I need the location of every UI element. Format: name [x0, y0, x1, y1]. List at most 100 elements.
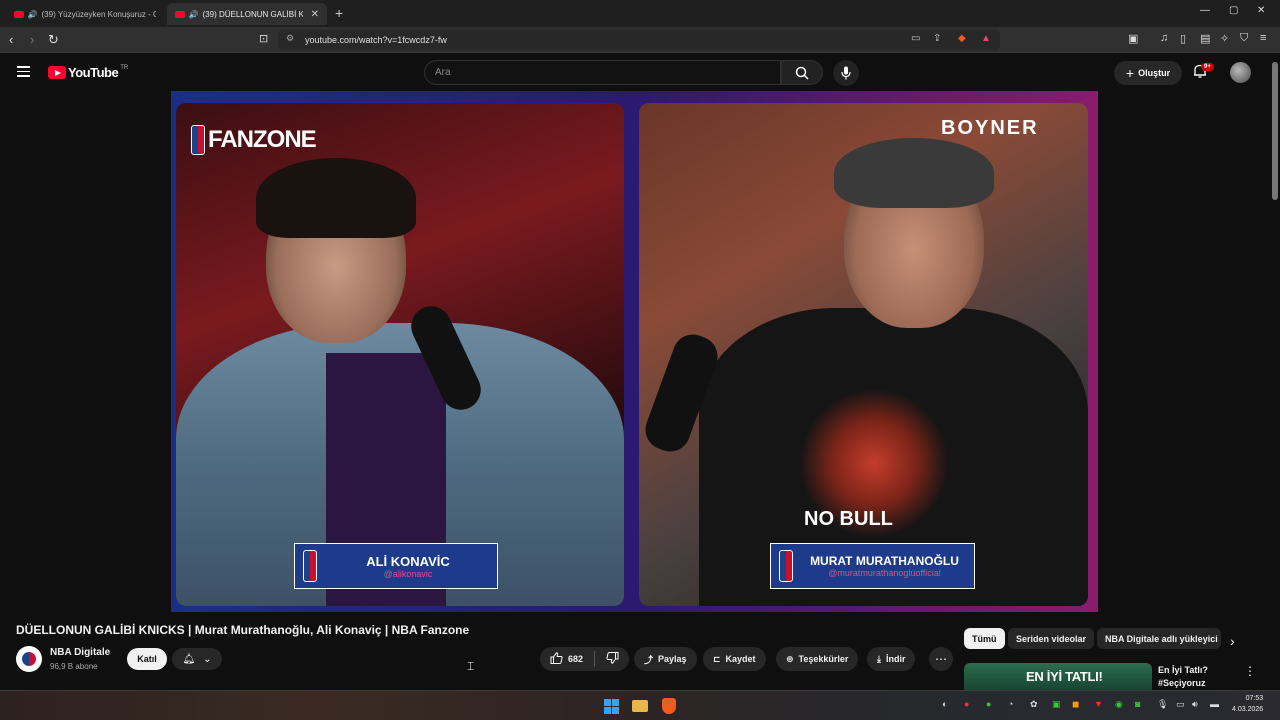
site-info-icon[interactable]: ⚙: [286, 33, 294, 44]
search-box[interactable]: [424, 60, 781, 85]
tray-app-icon[interactable]: ●: [986, 699, 991, 709]
tab-1-label: (39) Yüzyüzeyken Konuşuruz - Ca: [41, 9, 156, 19]
right-camera-panel: NO BULL BOYNER MURAT MURATHANOĞLU @murat…: [639, 103, 1088, 606]
menu-icon[interactable]: ≡: [1260, 32, 1266, 44]
url-field[interactable]: ⚙ youtube.com/watch?v=1fcwcdz7-fw ▭ ⇪ ◆ …: [278, 30, 1000, 50]
tray-app-icon[interactable]: ◐: [942, 699, 947, 709]
close-tab-icon[interactable]: ✕: [311, 9, 319, 20]
new-tab-button[interactable]: +: [335, 5, 343, 21]
restore-button[interactable]: ▢: [1229, 5, 1238, 16]
chip-all[interactable]: Tümü: [964, 628, 1005, 649]
create-button[interactable]: + Oluştur: [1114, 61, 1182, 85]
guest-right-hair: [834, 138, 994, 208]
scrollbar-thumb[interactable]: [1272, 62, 1278, 200]
download-icon: ⤓: [877, 653, 881, 664]
subscription-bell-button[interactable]: 🔔︎ ⌄: [172, 648, 222, 670]
wallet2-icon[interactable]: ▤: [1200, 32, 1210, 45]
tray-app-icon[interactable]: ✿: [1030, 699, 1038, 710]
youtube-play-icon: [48, 66, 66, 79]
dislike-icon[interactable]: [606, 652, 619, 666]
url-text[interactable]: youtube.com/watch?v=1fcwcdz7-fw: [305, 35, 447, 45]
fanzone-logo: FANZONE: [191, 125, 317, 155]
chip-uploader[interactable]: NBA Digitale adlı yükleyici: [1097, 628, 1221, 649]
reload-icon[interactable]: ↻: [48, 32, 59, 48]
search-button[interactable]: [781, 60, 823, 85]
more-horizontal-icon: ⋯: [935, 652, 947, 666]
tray-app-icon[interactable]: ◙: [1135, 699, 1140, 709]
sponsor-logo: BOYNER: [941, 117, 1039, 139]
battery-icon[interactable]: ▬: [1210, 699, 1219, 709]
brave-browser-icon[interactable]: [660, 697, 678, 715]
clock-time: 07:53: [1245, 695, 1264, 702]
tray-app-icon[interactable]: ◼: [1072, 699, 1079, 710]
speaker-icon: 🔊: [188, 9, 199, 19]
thanks-button[interactable]: ⊛ Teşekkürler: [776, 647, 859, 671]
cast-icon[interactable]: ▭: [911, 33, 920, 44]
share-page-icon[interactable]: ⇪: [933, 33, 941, 44]
tab-2-label: (39) DÜELLONUN GALİBİ KNIC: [202, 9, 303, 19]
microphone-icon: [841, 66, 851, 80]
network-icon[interactable]: ▭: [1176, 699, 1185, 710]
bookmark-icon[interactable]: ⊡: [259, 32, 268, 45]
minimize-button[interactable]: —: [1200, 5, 1210, 16]
nameplate-left: ALİ KONAVİC @alikonavic: [294, 543, 498, 589]
download-label: İndir: [885, 654, 906, 664]
file-explorer-icon[interactable]: [631, 697, 649, 715]
hamburger-menu-icon[interactable]: [17, 66, 30, 77]
youtube-favicon-icon: [175, 10, 185, 18]
windows-start-icon[interactable]: [602, 697, 620, 715]
microphone-tray-icon[interactable]: 🎙︎: [1157, 699, 1168, 710]
volume-icon[interactable]: 🔊︎: [1192, 699, 1198, 710]
vpn-icon[interactable]: ⛉: [1240, 32, 1248, 45]
brave-rewards-icon[interactable]: ▲: [981, 33, 991, 44]
youtube-favicon-icon: [14, 10, 24, 18]
channel-avatar[interactable]: [16, 646, 42, 672]
save-button[interactable]: ⊏ Kaydet: [703, 647, 766, 671]
tray-app-icon[interactable]: ◉: [1115, 699, 1123, 710]
sidebar-icon[interactable]: ▯: [1180, 32, 1186, 45]
back-icon[interactable]: ‹: [9, 32, 13, 47]
join-button[interactable]: Katıl: [127, 648, 167, 670]
share-icon: ⤴: [644, 654, 654, 665]
more-vertical-icon[interactable]: ⋮: [1244, 664, 1256, 678]
close-window-button[interactable]: ✕: [1257, 5, 1265, 16]
share-button[interactable]: ⤴ Paylaş: [634, 647, 697, 671]
tab-2-active[interactable]: 🔊 (39) DÜELLONUN GALİBİ KNIC ✕: [167, 3, 327, 25]
bell-icon: 🔔︎: [182, 653, 196, 665]
share-label: Paylaş: [658, 654, 687, 664]
recommended-video-title[interactable]: En İyi Tatlı? #Seçiyoruz: [1158, 664, 1238, 690]
video-title: DÜELLONUN GALİBİ KNICKS | Murat Murathan…: [16, 623, 470, 637]
media-icon[interactable]: ♫: [1160, 32, 1168, 44]
brave-shields-icon[interactable]: ◆: [958, 33, 966, 44]
guest-left-hair: [256, 158, 416, 238]
recommended-video-thumbnail[interactable]: EN İYİ TATLI!: [964, 663, 1152, 693]
leo-ai-icon[interactable]: ✧: [1220, 32, 1229, 45]
download-button[interactable]: ⤓ İndir: [867, 647, 916, 671]
clock-date: 4.03.2026: [1232, 706, 1264, 713]
more-actions-button[interactable]: ⋯: [929, 647, 953, 671]
tray-app-icon[interactable]: ◔: [1008, 699, 1013, 709]
like-icon[interactable]: [550, 652, 563, 666]
chevron-right-icon[interactable]: ›: [1230, 633, 1235, 649]
system-clock[interactable]: 07:53 4.03.2026: [1232, 693, 1263, 715]
chip-series[interactable]: Seriden videolar: [1008, 628, 1095, 649]
left-camera-panel: FANZONE ALİ KONAVİC @alikonavic: [176, 103, 624, 606]
voice-search-button[interactable]: [833, 60, 859, 86]
tray-app-icon[interactable]: ▣: [1052, 699, 1061, 710]
guest-right-handle: @muratmurathanogluofficial: [828, 568, 941, 578]
channel-name[interactable]: NBA Digitale: [50, 647, 110, 658]
wallet-icon[interactable]: ▣: [1128, 32, 1138, 45]
video-player[interactable]: FANZONE ALİ KONAVİC @alikonavic NO BULL …: [171, 91, 1098, 612]
like-count[interactable]: 682: [568, 654, 583, 664]
forward-icon[interactable]: ›: [30, 32, 34, 47]
tray-app-icon[interactable]: ▼: [1094, 699, 1103, 709]
account-avatar[interactable]: [1230, 62, 1251, 83]
search-input[interactable]: [425, 61, 780, 84]
nameplate-right: MURAT MURATHANOĞLU @muratmurathanogluoff…: [770, 543, 975, 589]
youtube-logo[interactable]: YouTube TR: [48, 65, 128, 80]
tray-app-icon[interactable]: ●: [964, 699, 969, 709]
tab-1[interactable]: 🔊 (39) Yüzyüzeyken Konuşuruz - Ca: [6, 3, 164, 25]
country-code: TR: [120, 64, 129, 71]
chevron-down-icon: ⌄: [203, 653, 212, 665]
save-icon: ⊏: [713, 653, 721, 664]
